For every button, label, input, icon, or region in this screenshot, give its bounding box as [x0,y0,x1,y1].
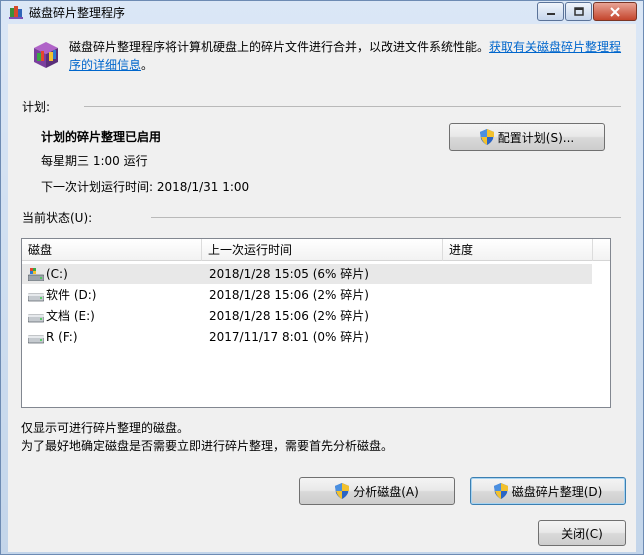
drive-icon [28,293,44,302]
disk-row[interactable]: R (F:) 2017/11/17 8:01 (0% 碎片) [22,327,592,347]
disk-last-run: 2017/11/17 8:01 (0% 碎片) [209,330,369,344]
defrag-large-icon [34,42,58,68]
system-drive-icon [28,268,44,281]
analyze-disk-label: 分析磁盘(A) [353,484,419,499]
close-button-label: 关闭(C) [561,526,603,541]
close-window-button[interactable] [593,2,637,21]
configure-schedule-button[interactable]: 配置计划(S)... [449,123,605,151]
defrag-window: 磁盘碎片整理程序 磁盘碎片整理程序将计算机硬盘上的碎片文件进行合并，以改进文件系… [0,0,644,555]
disk-row[interactable]: 文档 (E:) 2018/1/28 15:06 (2% 碎片) [22,306,592,326]
maximize-button[interactable] [565,2,592,21]
minimize-button[interactable] [537,2,564,21]
intro-tail: 。 [141,58,154,72]
analyze-hint-note: 为了最好地确定磁盘是否需要立即进行碎片整理，需要首先分析磁盘。 [21,439,394,453]
intro-text: 磁盘碎片整理程序将计算机硬盘上的碎片文件进行合并，以改进文件系统性能。获取有关磁… [69,38,631,74]
disk-name: 软件 (D:) [46,288,97,302]
title-bar[interactable]: 磁盘碎片整理程序 [1,1,643,23]
disk-name: (C:) [46,267,68,281]
defragment-disk-button[interactable]: 磁盘碎片整理(D) [470,477,626,505]
schedule-status: 计划的碎片整理已启用 [41,130,162,144]
disk-row[interactable]: (C:) 2018/1/28 15:05 (6% 碎片) [22,264,592,284]
intro-description: 磁盘碎片整理程序将计算机硬盘上的碎片文件进行合并，以改进文件系统性能。 [69,40,490,54]
schedule-divider [84,106,621,107]
schedule-frequency: 每星期三 1:00 运行 [41,154,148,168]
disk-name: R (F:) [46,330,78,344]
defrag-app-icon [9,6,23,19]
drive-icon [28,314,44,323]
close-button[interactable]: 关闭(C) [538,520,626,546]
close-icon [610,6,620,17]
disk-last-run: 2018/1/28 15:06 (2% 碎片) [209,309,369,323]
disk-list-header: 磁盘 上一次运行时间 进度 [22,239,610,261]
defragment-disk-label: 磁盘碎片整理(D) [511,484,603,499]
disk-name: 文档 (E:) [46,309,95,323]
disk-last-run: 2018/1/28 15:06 (2% 碎片) [209,288,369,302]
schedule-group-label: 计划: [22,100,51,114]
minimize-icon [546,12,555,15]
column-header-disk[interactable]: 磁盘 [22,239,202,261]
disk-row[interactable]: 软件 (D:) 2018/1/28 15:06 (2% 碎片) [22,285,592,305]
disk-last-run: 2018/1/28 15:05 (6% 碎片) [209,267,369,281]
status-group-label: 当前状态(U): [22,211,93,225]
drive-icon [28,335,44,344]
uac-shield-icon [479,129,494,145]
analyze-disk-button[interactable]: 分析磁盘(A) [299,477,455,505]
caption-buttons [536,2,637,21]
column-header-last-run[interactable]: 上一次运行时间 [202,239,443,261]
column-header-progress[interactable]: 进度 [443,239,593,261]
status-divider [151,217,621,218]
disk-list[interactable]: 磁盘 上一次运行时间 进度 (C:) 2018/1/28 15:05 (6% 碎… [21,238,611,408]
defraggable-note: 仅显示可进行碎片整理的磁盘。 [21,421,190,435]
window-title: 磁盘碎片整理程序 [29,6,126,20]
schedule-next-run: 下一次计划运行时间: 2018/1/31 1:00 [41,180,250,194]
configure-schedule-label: 配置计划(S)... [497,130,575,145]
uac-shield-icon [335,483,350,499]
dialog-client-area: 磁盘碎片整理程序将计算机硬盘上的碎片文件进行合并，以改进文件系统性能。获取有关磁… [8,24,636,552]
maximize-icon [573,6,584,16]
uac-shield-icon [493,483,508,499]
